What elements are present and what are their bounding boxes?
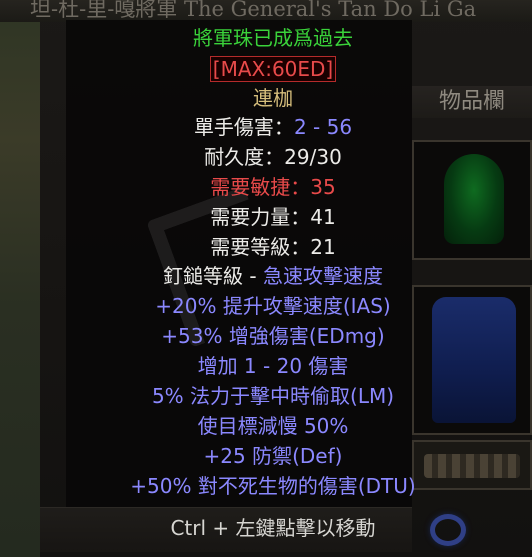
socket-label: 釘鎚等級 - bbox=[163, 264, 263, 288]
mod-line: 5% 法力于擊中時偷取(LM) bbox=[151, 384, 395, 408]
max-tag: [MAX:60ED] bbox=[209, 56, 337, 82]
mod-line: 增加 1 - 20 傷害 bbox=[197, 354, 349, 378]
mod-line: +20% 提升攻擊速度(IAS) bbox=[155, 294, 391, 318]
mod-line: 使目標減慢 50% bbox=[197, 414, 349, 438]
damage-label: 單手傷害： bbox=[193, 115, 294, 139]
move-hint: Ctrl + 左鍵點擊以移動 bbox=[170, 516, 376, 540]
mod-line: +53% 增強傷害(EDmg) bbox=[161, 324, 385, 348]
socket-value: 急速攻擊速度 bbox=[262, 264, 383, 288]
item-type: 連枷 bbox=[253, 86, 293, 110]
world-view bbox=[0, 0, 40, 557]
damage-value: 2 - 56 bbox=[293, 115, 353, 139]
damage-row: 單手傷害：2 - 56 bbox=[40, 113, 506, 141]
req-dex-label: 需要敏捷： bbox=[210, 175, 311, 199]
req-str: 需要力量：41 bbox=[210, 205, 336, 229]
req-level: 需要等級：21 bbox=[210, 235, 336, 259]
mod-line: +50% 對不死生物的傷害(DTU) bbox=[130, 474, 416, 498]
durability: 耐久度：29/30 bbox=[204, 145, 342, 169]
req-dex-row: 需要敏捷：35 bbox=[40, 173, 506, 201]
req-dex-value: 35 bbox=[310, 175, 336, 199]
quest-note: 將軍珠已成爲過去 bbox=[193, 26, 353, 50]
max-tag-row: [MAX:60ED] bbox=[40, 55, 506, 83]
mod-line: +25 防禦(Def) bbox=[203, 444, 343, 468]
socket-row: 釘鎚等級 - 急速攻擊速度 bbox=[40, 262, 506, 290]
